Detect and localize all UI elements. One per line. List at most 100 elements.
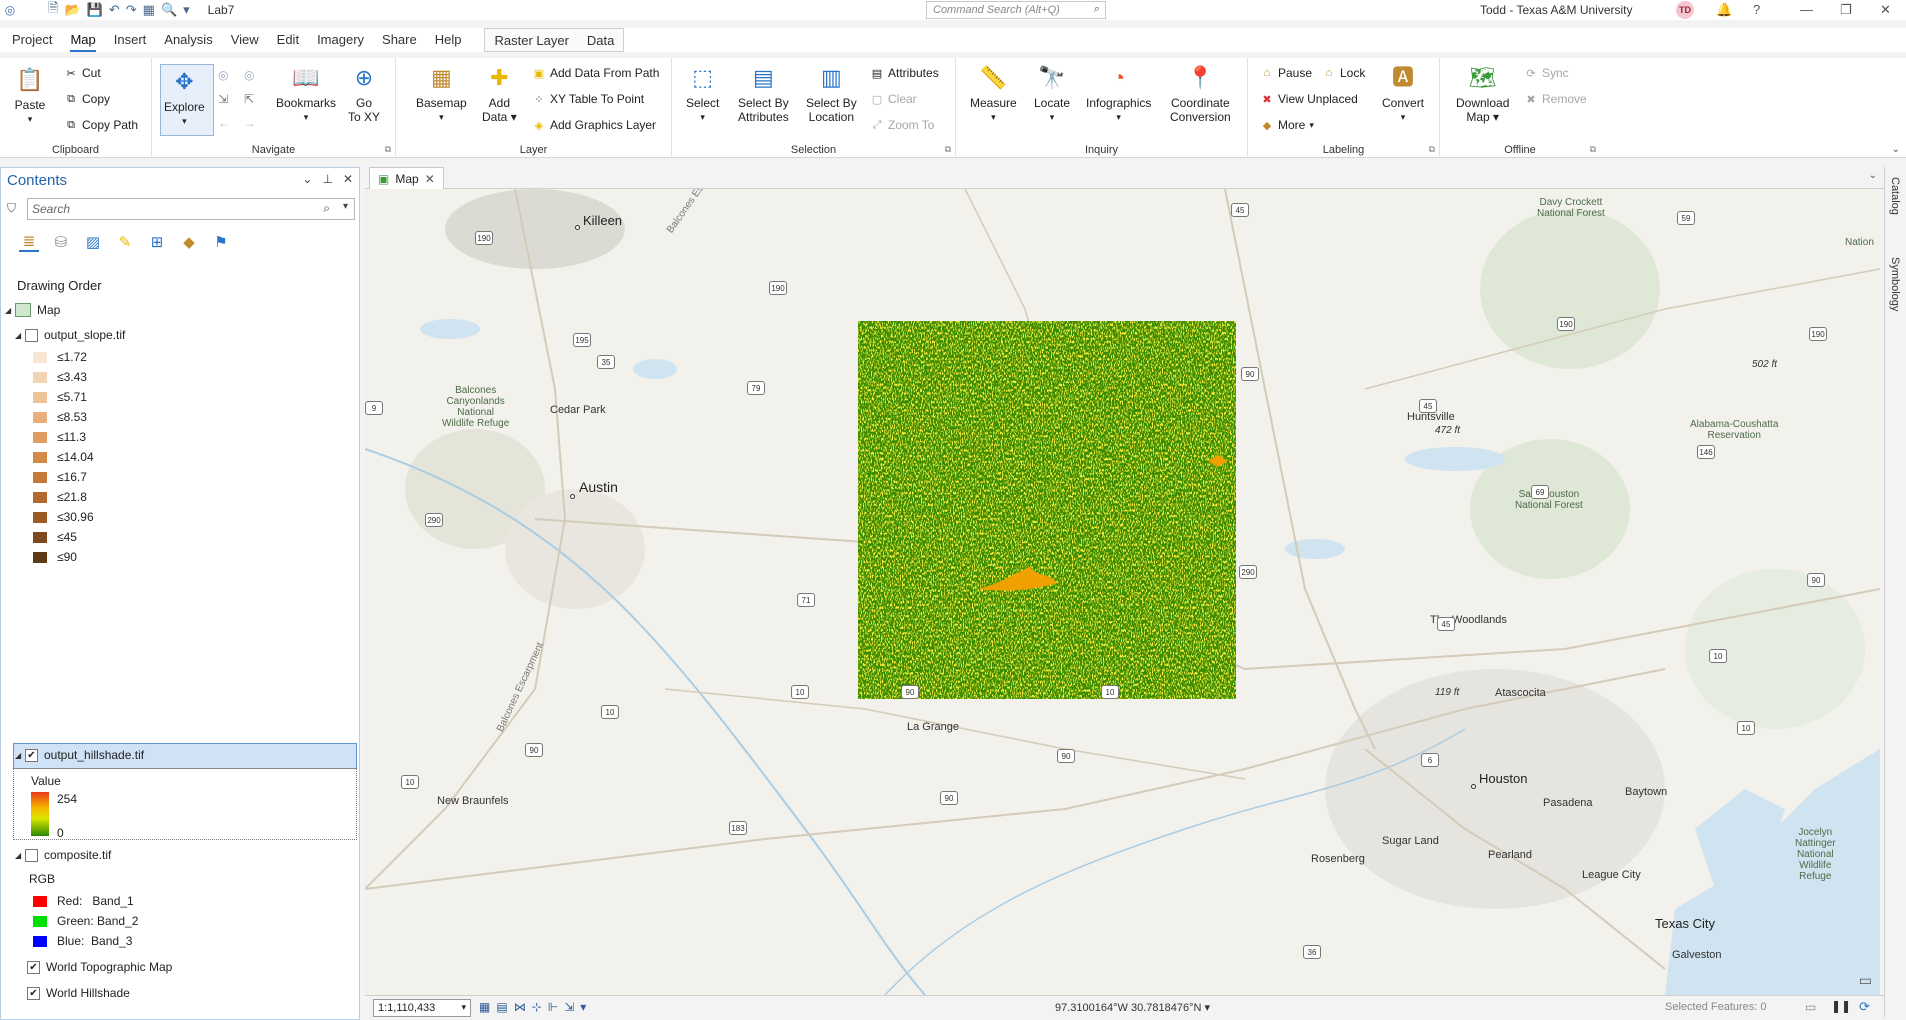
filter-icon[interactable]: ⛉ [7,201,16,216]
pane-options-icon[interactable]: ⌄ [302,172,312,186]
select-button[interactable]: ⬚ Select ▾ [686,62,719,124]
slope-class-row[interactable]: ≤11.3 [33,430,86,444]
remove-button[interactable]: ✖ Remove [1524,92,1586,106]
collapse-ribbon-icon[interactable]: ⌄ [1892,144,1900,155]
symbology-side-tab[interactable]: Symbology [1889,257,1901,311]
basemap-button[interactable]: ▦ Basemap ▾ [416,62,467,124]
labeling-launcher-icon[interactable]: ⧉ [1429,144,1435,155]
list-by-selection-icon[interactable]: ⊞ [147,232,167,252]
collapse-caret-icon[interactable]: ◢ [15,851,25,860]
tab-help[interactable]: Help [426,28,471,52]
layer-output-hillshade[interactable]: ◢ ✔ output_hillshade.tif [15,748,144,762]
tab-project[interactable]: Project [3,28,61,52]
pin-icon[interactable]: ⊥ [322,172,332,186]
copy-path-button[interactable]: ⧉ Copy Path [64,118,138,132]
slope-class-row[interactable]: ≤90 [33,550,77,564]
bookmarks-button[interactable]: 📖 Bookmarks ▾ [276,62,336,124]
list-by-snapping-icon[interactable]: ⚑ [211,232,231,252]
composite-band-row[interactable]: Red: Band_1 [33,894,134,908]
pause-drawing-icon[interactable]: ❚❚ [1831,999,1851,1013]
slope-class-row[interactable]: ≤16.7 [33,470,87,484]
layer-visibility-checkbox[interactable]: ✔ [25,748,38,762]
tab-map[interactable]: Map [61,28,104,52]
composite-band-row[interactable]: Blue: Band_3 [33,934,132,948]
zoom-to-selection-button[interactable]: ⤢ Zoom To [870,118,935,132]
undo-icon[interactable]: ↶ [109,2,120,18]
layout-icon[interactable]: ▦ [143,2,155,18]
close-map-tab-icon[interactable]: ✕ [425,172,435,186]
xy-table-to-point-button[interactable]: ⁘ XY Table To Point [532,92,644,106]
list-by-labeling-icon[interactable]: ◆ [179,232,199,252]
navigate-launcher-icon[interactable]: ⧉ [385,144,391,155]
cut-button[interactable]: ✂ Cut [64,66,100,80]
layer-visibility-checkbox[interactable]: ✔ [27,960,40,974]
save-icon[interactable]: 💾 [87,2,103,18]
slope-class-row[interactable]: ≤3.43 [33,370,87,384]
zoom-in-fixed-icon[interactable]: ⇲ [218,92,228,106]
catalog-side-tab[interactable]: Catalog [1889,177,1901,215]
copy-button[interactable]: ⧉ Copy [64,92,110,106]
add-graphics-layer-button[interactable]: ◈ Add Graphics Layer [532,118,656,132]
contents-search-input[interactable]: Search ⌕ ▾ [27,198,355,220]
pause-labeling-button[interactable]: ⌂ Pause [1260,66,1312,80]
slope-class-row[interactable]: ≤45 [33,530,77,544]
slope-class-row[interactable]: ≤14.04 [33,450,94,464]
go-to-xy-button[interactable]: ⊕ Go To XY [348,62,380,125]
next-extent-icon[interactable]: → [244,116,256,130]
status-options-icon[interactable]: ▾ [580,1000,586,1014]
slope-class-row[interactable]: ≤8.53 [33,410,87,424]
restore-icon[interactable]: ❐ [1840,2,1852,18]
add-data-from-path-button[interactable]: ▣ Add Data From Path [532,66,660,80]
layer-visibility-checkbox[interactable]: ✔ [27,986,40,1000]
list-by-data-source-icon[interactable]: ⛁ [51,232,71,252]
clear-selection-button[interactable]: ▢ Clear [870,92,917,106]
view-unplaced-button[interactable]: ✖ View Unplaced [1260,92,1357,106]
grid-icon[interactable]: ⊹ [532,1000,542,1014]
grid-view-icon[interactable]: ▦ [479,1000,490,1014]
new-project-icon[interactable]: 🗎 [48,0,58,21]
full-extent-icon[interactable]: ◎ [218,68,228,82]
zoom-out-fixed-icon[interactable]: ⇱ [244,92,254,106]
layer-output-slope[interactable]: ◢ output_slope.tif [15,328,125,342]
map-canvas[interactable]: Killeen Cedar Park Austin Balcones Canyo… [365,189,1880,995]
avatar[interactable]: TD [1676,1,1694,19]
select-by-location-button[interactable]: ▥ Select By Location [806,62,857,125]
collapse-caret-icon[interactable]: ◢ [5,306,15,315]
tab-imagery[interactable]: Imagery [308,28,373,52]
composite-band-row[interactable]: Green: Band_2 [33,914,138,928]
layer-composite[interactable]: ◢ composite.tif [15,848,111,862]
table-icon[interactable]: ▭ [1805,1000,1816,1014]
offline-launcher-icon[interactable]: ⧉ [1590,144,1596,155]
tab-view[interactable]: View [222,28,268,52]
tab-raster-layer[interactable]: Raster Layer [485,29,577,53]
map-overview-icon[interactable]: ▭ [1859,972,1872,989]
slope-class-row[interactable]: ≤5.71 [33,390,87,404]
map-tree-node[interactable]: ◢ Map [5,303,60,317]
collapse-caret-icon[interactable]: ◢ [15,751,25,760]
more-labeling-button[interactable]: ◆ More ▾ [1260,118,1314,132]
select-by-attributes-button[interactable]: ▤ Select By Attributes [738,62,789,125]
slope-class-row[interactable]: ≤30.96 [33,510,94,524]
tab-edit[interactable]: Edit [268,28,308,52]
layer-world-hillshade[interactable]: ✔ World Hillshade [27,986,130,1000]
previous-extent-icon[interactable]: ← [218,116,230,130]
convert-labels-button[interactable]: 🅰 Convert ▾ [1382,62,1424,124]
coordinate-conversion-button[interactable]: 📍 Coordinate Conversion [1170,62,1231,125]
locate-button[interactable]: 🔭 Locate ▾ [1034,62,1070,124]
slope-class-row[interactable]: ≤1.72 [33,350,87,364]
tab-share[interactable]: Share [373,28,426,52]
signed-in-user[interactable]: Todd - Texas A&M University [1480,3,1633,17]
search-options-icon[interactable]: ▾ [343,201,348,212]
add-data-button[interactable]: ✚ Add Data ▾ [482,62,517,125]
refresh-icon[interactable]: ⟳ [1859,999,1870,1015]
zoom-icon[interactable]: 🔍 [161,2,177,18]
command-search-input[interactable]: Command Search (Alt+Q) ⌕ [926,1,1106,19]
map-scale-select[interactable]: 1:1,110,433 ▾ [373,999,471,1017]
list-by-editing-icon[interactable]: ✎ [115,232,135,252]
customize-qa-icon[interactable]: ▾ [183,2,190,18]
tab-insert[interactable]: Insert [105,28,156,52]
minimize-icon[interactable]: — [1800,2,1813,17]
table-view-icon[interactable]: ▤ [496,1000,507,1014]
correction-icon[interactable]: ⇲ [564,1000,574,1014]
snapping-icon[interactable]: ⋈ [514,1000,526,1014]
